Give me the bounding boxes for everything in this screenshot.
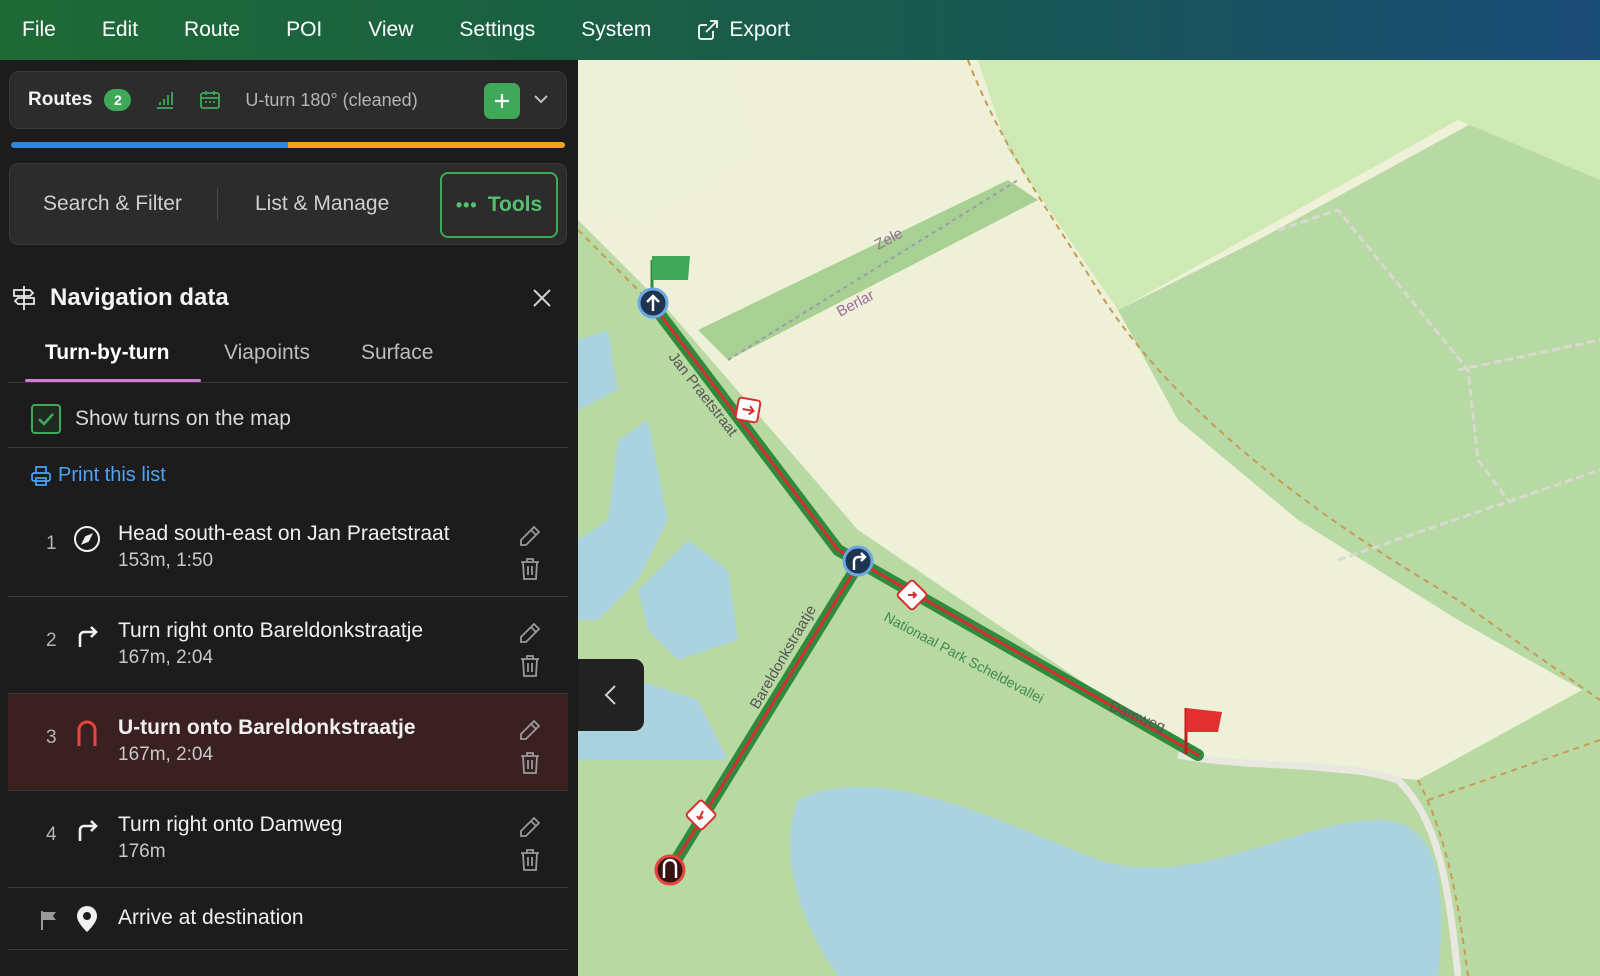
- tool-tabs: Search & Filter List & Manage ••• Tools: [9, 163, 567, 245]
- turn-list: 1 Head south-east on Jan Praetstraat 153…: [8, 500, 568, 950]
- printer-icon: [31, 465, 51, 486]
- pencil-icon[interactable]: [518, 621, 542, 645]
- turn-distance-time: 176m: [118, 841, 166, 862]
- turn-instruction: Head south-east on Jan Praetstraat: [118, 522, 450, 545]
- location-pin-icon: [72, 904, 102, 934]
- show-turns-row: Show turns on the map: [8, 390, 568, 448]
- tab-surface[interactable]: Surface: [361, 341, 433, 365]
- show-turns-label[interactable]: Show turns on the map: [75, 407, 291, 431]
- tab-viapoints[interactable]: Viapoints: [224, 341, 310, 365]
- turn-marker[interactable]: [842, 545, 874, 577]
- trash-icon[interactable]: [520, 655, 540, 677]
- panel-title: Navigation data: [50, 284, 229, 311]
- routes-label: Routes: [28, 89, 93, 110]
- turn-number: 2: [46, 630, 57, 651]
- arrive-row[interactable]: Arrive at destination: [8, 888, 568, 950]
- close-icon[interactable]: [532, 288, 552, 308]
- print-list-label: Print this list: [58, 464, 166, 486]
- more-dots-icon: •••: [455, 194, 478, 215]
- export-label: Export: [729, 18, 791, 41]
- pencil-icon[interactable]: [518, 718, 542, 742]
- sidebar: Routes 2 U-turn 180° (cleaned) Search & …: [0, 60, 578, 976]
- signpost-icon: [13, 286, 35, 310]
- tab-tools-label: Tools: [487, 193, 543, 216]
- add-route-button[interactable]: [484, 83, 520, 119]
- elevation-chart-icon[interactable]: [155, 90, 175, 110]
- panel-header: Navigation data: [12, 278, 568, 318]
- turn-number: 1: [46, 533, 57, 554]
- panel-tabs: Turn-by-turn Viapoints Surface: [8, 333, 568, 383]
- active-tab-indicator: [25, 379, 201, 382]
- route-segment-2: [288, 142, 565, 148]
- menu-route[interactable]: Route: [184, 18, 240, 42]
- show-turns-checkbox[interactable]: [31, 403, 61, 434]
- checkmark-icon: [38, 412, 54, 426]
- pencil-icon[interactable]: [518, 815, 542, 839]
- trash-icon[interactable]: [520, 558, 540, 580]
- menu-export[interactable]: Export: [697, 18, 790, 42]
- tab-turn-by-turn[interactable]: Turn-by-turn: [45, 341, 169, 365]
- turn-row[interactable]: 1 Head south-east on Jan Praetstraat 153…: [8, 500, 568, 597]
- route-segment-1: [11, 142, 288, 148]
- menu-edit[interactable]: Edit: [102, 18, 138, 42]
- external-link-icon: [698, 20, 719, 40]
- turn-number: 4: [46, 824, 57, 845]
- turn-number: 3: [46, 727, 57, 748]
- chevron-down-icon[interactable]: [532, 90, 550, 108]
- menu-poi[interactable]: POI: [286, 18, 322, 42]
- turn-distance-time: 153m, 1:50: [118, 550, 214, 571]
- turn-instruction: Turn right onto Bareldonkstraatje: [118, 619, 424, 642]
- turn-instruction: Turn right onto Damweg: [118, 813, 343, 836]
- turn-row[interactable]: 2 Turn right onto Bareldonkstraatje 167m…: [8, 597, 568, 694]
- routes-bar: Routes 2 U-turn 180° (cleaned): [9, 71, 567, 129]
- flag-icon: [41, 911, 56, 930]
- u-turn-icon: [72, 718, 102, 748]
- print-list-link[interactable]: Print this list: [30, 464, 166, 487]
- turn-distance-time: 167m, 2:04: [118, 744, 214, 765]
- menu-system[interactable]: System: [581, 18, 651, 42]
- route-progress-bar: [11, 142, 565, 148]
- menu-view[interactable]: View: [368, 18, 413, 42]
- turn-right-icon: [72, 815, 102, 845]
- turn-right-icon: [72, 621, 102, 651]
- map-canvas[interactable]: Zele Berlar Jan Praetstraat Bareldonkstr…: [578, 60, 1600, 976]
- tab-search-filter[interactable]: Search & Filter: [43, 164, 182, 244]
- pencil-icon[interactable]: [518, 524, 542, 548]
- turn-instruction: U-turn onto Bareldonkstraatje: [118, 716, 416, 739]
- map-view[interactable]: Zele Berlar Jan Praetstraat Bareldonkstr…: [578, 60, 1600, 976]
- start-marker[interactable]: [637, 287, 669, 319]
- tab-divider: [217, 188, 218, 220]
- collapse-sidebar-button[interactable]: [578, 659, 644, 731]
- routes-count-badge: 2: [104, 89, 132, 111]
- u-turn-marker[interactable]: [654, 854, 686, 886]
- turn-distance-time: 167m, 2:04: [118, 647, 214, 668]
- arrive-instruction: Arrive at destination: [118, 906, 304, 929]
- trash-icon[interactable]: [520, 849, 540, 871]
- plus-icon: [495, 94, 509, 108]
- compass-icon: [72, 524, 102, 554]
- menu-bar: File Edit Route POI View Settings System…: [0, 0, 1600, 60]
- current-route-name[interactable]: U-turn 180° (cleaned): [245, 90, 417, 111]
- calendar-icon[interactable]: [199, 90, 221, 110]
- tab-list-manage[interactable]: List & Manage: [255, 164, 389, 244]
- turn-row-selected[interactable]: 3 U-turn onto Bareldonkstraatje 167m, 2:…: [8, 694, 568, 791]
- chevron-left-icon: [604, 685, 616, 705]
- trash-icon[interactable]: [520, 752, 540, 774]
- turn-row[interactable]: 4 Turn right onto Damweg 176m: [8, 791, 568, 888]
- tab-tools[interactable]: ••• Tools: [440, 172, 558, 238]
- menu-file[interactable]: File: [22, 18, 56, 42]
- menu-settings[interactable]: Settings: [459, 18, 535, 42]
